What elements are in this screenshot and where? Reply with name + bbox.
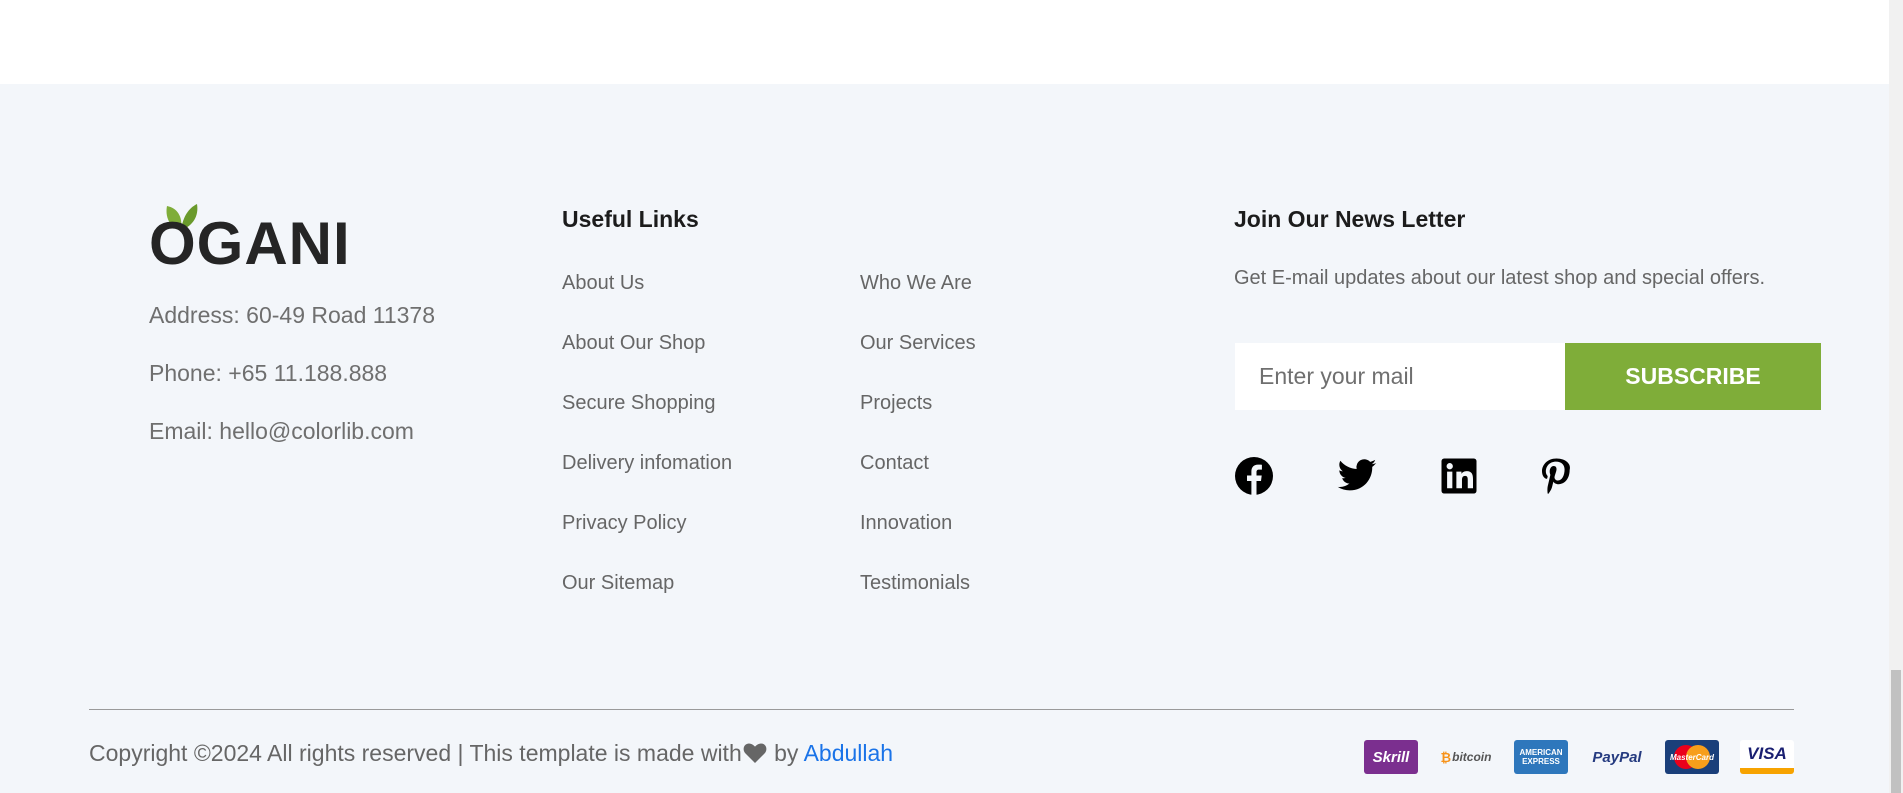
copyright-by: by (767, 740, 804, 766)
bitcoin-label: bitcoin (1452, 750, 1492, 764)
footer-divider (89, 709, 1794, 710)
copyright-text: Copyright ©2024 All rights reserved | Th… (89, 740, 893, 767)
newsletter-title: Join Our News Letter (1234, 206, 1466, 232)
page-content-area (0, 0, 1889, 84)
link-our-sitemap[interactable]: Our Sitemap (562, 572, 674, 595)
footer-phone: Phone: +65 11.188.888 (149, 360, 388, 386)
skrill-label: Skrill (1372, 748, 1410, 766)
link-projects[interactable]: Projects (860, 392, 932, 415)
mastercard-logo: MasterCard (1665, 740, 1719, 774)
skrill-logo: Skrill (1364, 740, 1418, 774)
link-who-we-are[interactable]: Who We Are (860, 272, 972, 295)
footer-address: Address: 60-49 Road 11378 (149, 302, 435, 328)
bitcoin-symbol-icon: ₿ (1440, 749, 1452, 765)
newsletter-description: Get E-mail updates about our latest shop… (1234, 267, 1766, 289)
twitter-icon[interactable] (1336, 455, 1378, 497)
link-contact[interactable]: Contact (860, 452, 929, 475)
copyright-label: Copyright ©2024 All rights reserved | Th… (89, 740, 742, 766)
heart-icon (743, 743, 767, 763)
useful-links-title: Useful Links (562, 206, 699, 232)
amex-logo: AMERICAN EXPRESS (1514, 740, 1568, 774)
link-delivery-information[interactable]: Delivery infomation (562, 452, 732, 475)
paypal-logo: PayPal (1590, 740, 1644, 774)
linkedin-icon[interactable] (1438, 455, 1480, 497)
author-link[interactable]: Abdullah (804, 740, 894, 766)
link-our-services[interactable]: Our Services (860, 332, 976, 355)
paypal-label: PayPal (1592, 748, 1642, 766)
footer-email: Email: hello@colorlib.com (149, 418, 414, 444)
subscribe-button[interactable]: SUBSCRIBE (1565, 343, 1821, 410)
pinterest-icon[interactable] (1535, 455, 1577, 497)
visa-label: VISA (1747, 744, 1787, 763)
link-secure-shopping[interactable]: Secure Shopping (562, 392, 715, 415)
link-about-us[interactable]: About Us (562, 272, 644, 295)
scrollbar[interactable] (1889, 0, 1903, 793)
visa-logo: VISA (1740, 740, 1794, 774)
link-privacy-policy[interactable]: Privacy Policy (562, 512, 686, 535)
logo[interactable]: OGANI (149, 202, 351, 277)
facebook-icon[interactable] (1233, 455, 1275, 497)
bitcoin-logo: ₿ bitcoin (1439, 740, 1493, 774)
mastercard-label: MasterCard (1669, 752, 1714, 762)
link-innovation[interactable]: Innovation (860, 512, 952, 535)
amex-line1: AMERICAN (1519, 748, 1563, 757)
newsletter-email-input[interactable] (1235, 343, 1565, 410)
scrollbar-thumb[interactable] (1891, 670, 1901, 793)
amex-line2: EXPRESS (1522, 757, 1560, 766)
link-about-our-shop[interactable]: About Our Shop (562, 332, 705, 355)
link-testimonials[interactable]: Testimonials (860, 572, 970, 595)
logo-text: OGANI (149, 210, 351, 277)
